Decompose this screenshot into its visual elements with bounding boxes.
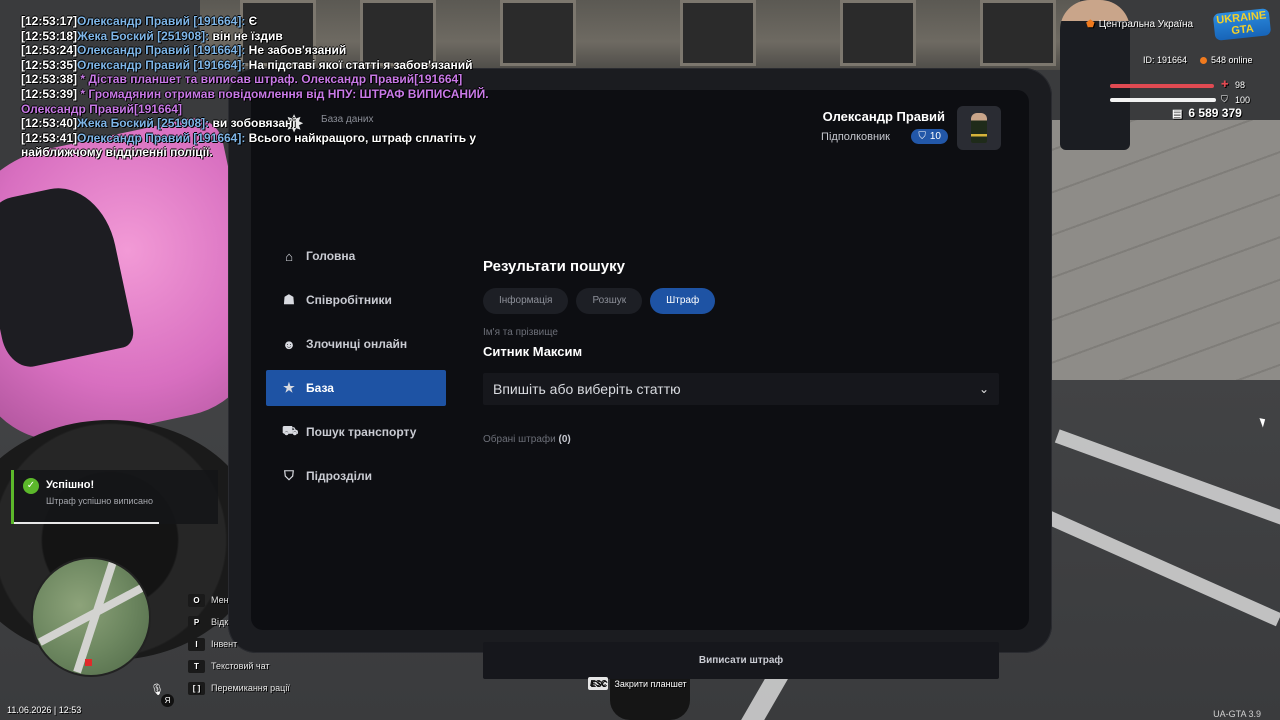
player-id: ID: 191664 — [1143, 55, 1188, 65]
keybind-hint: T Текстовий чат — [188, 655, 290, 677]
key-cap: T — [188, 659, 205, 673]
online-count: 548 online — [1200, 55, 1253, 65]
selected-fines-count: (0) — [558, 434, 571, 445]
nav-item-label: Злочинці онлайн — [306, 337, 408, 351]
nav-item-units[interactable]: ⛉ Підрозділи — [266, 458, 446, 494]
keybind-label: Мен — [211, 595, 229, 605]
issue-fine-button[interactable]: Виписати штраф — [483, 642, 999, 679]
person-name: Ситник Максим — [483, 344, 583, 359]
article-select[interactable]: Впишіть або виберіть статтю ⌄ — [483, 373, 999, 405]
esc-key: ESC — [588, 677, 609, 690]
tab-0[interactable]: Інформація — [483, 288, 569, 314]
waypoint-icon — [85, 659, 92, 666]
keybind-label: Перемикання рації — [211, 683, 290, 693]
check-icon: ✓ — [23, 478, 39, 494]
version-label: UA-GTA 3.9 — [1213, 709, 1261, 719]
notification-timer — [14, 522, 159, 524]
home-icon: ⌂ — [285, 248, 293, 264]
chat-line: [12:53:18]Жека Боский [251908]: він не ї… — [21, 28, 283, 43]
chat-line: [12:53:40]Жека Боский [251908]: ви зобов… — [21, 116, 296, 131]
page-title: Результати пошуку — [483, 258, 625, 275]
rank-badge: ⛉ 10 — [911, 129, 948, 144]
article-select-placeholder: Впишіть або виберіть статтю — [493, 381, 681, 397]
name-label: Ім'я та прізвище — [483, 327, 558, 338]
date-time: 11.06.2026 | 12:53 — [7, 705, 82, 715]
keybind-hint: I Інвент — [188, 633, 290, 655]
shield-icon: ⛉ — [284, 468, 294, 483]
nav-item-criminals[interactable]: ☻ Злочинці онлайн — [266, 326, 446, 362]
tab-1[interactable]: Розшук — [576, 288, 643, 314]
result-tabs: Інформація Розшук Штраф — [483, 288, 716, 314]
nav-item-label: Пошук транспорту — [306, 425, 417, 439]
keybind-label: Текстовий чат — [211, 661, 270, 671]
tablet-nav: ⌂ Головна ☗ Співробітники ☻ Злочинці онлайн ★ Б… — [266, 238, 446, 502]
nav-item-vehicle[interactable]: ⛟ Пошук транспорту — [266, 414, 446, 450]
keybind-hint: O Мен — [188, 589, 290, 611]
keybind-hint: [ ] Перемикання рації — [188, 677, 290, 699]
star-icon: ★ — [283, 380, 295, 395]
chat-line: [12:53:24]Олександр Правий [191664]: Не … — [21, 43, 347, 58]
chat-log: [12:53:17]Олександр Правий [191664]: Є [1… — [21, 14, 491, 160]
nav-item-label: Головна — [306, 249, 356, 263]
nav-item-employees[interactable]: ☗ Співробітники — [266, 282, 446, 318]
nav-item-base[interactable]: ★ База — [266, 370, 446, 406]
region-indicator: ⬟ Центральна Україна — [1086, 19, 1194, 30]
car-icon: ⛟ — [282, 423, 299, 438]
microphone-icon: 🎙 — [150, 684, 164, 696]
health-bar — [1110, 84, 1214, 88]
language-indicator: Я — [161, 694, 174, 707]
chat-line: [12:53:35]Олександр Правий [191664]: На … — [21, 57, 473, 72]
key-cap: I — [188, 637, 205, 651]
nav-item-label: База — [306, 381, 334, 395]
tab-2[interactable]: Штраф — [650, 288, 716, 314]
money-display: ▤ 6 589 379 — [1172, 106, 1242, 120]
nav-item-home[interactable]: ⌂ Головна — [266, 238, 446, 274]
nav-item-label: Підрозділи — [306, 469, 372, 483]
selected-fines: Обрані штрафи (0) — [483, 434, 571, 445]
armor-icon: ⛉ — [1221, 94, 1228, 104]
key-cap: [ ] — [188, 681, 205, 695]
health-icon: ✚ — [1221, 79, 1229, 89]
location-pin-icon: ⬟ — [1086, 19, 1095, 30]
key-cap: O — [188, 593, 205, 607]
nav-item-label: Співробітники — [306, 293, 392, 307]
armor-bar — [1110, 98, 1216, 102]
close-tablet-hint: ESC Закрити планшет — [588, 677, 687, 690]
keybind-label: Відк — [211, 617, 229, 627]
cash-icon: ▤ — [1172, 107, 1183, 120]
notification-text: Штраф успішно виписано — [46, 496, 153, 506]
shield-icon: ⛉ — [918, 131, 926, 142]
chevron-down-icon: ⌄ — [978, 382, 989, 396]
chat-line: [12:53:41]Олександр Правий [191664]: Всь… — [21, 130, 477, 160]
keybind-label: Інвент — [211, 639, 238, 649]
health-value: 98 — [1235, 80, 1246, 90]
notification-title: Успішно! — [46, 479, 95, 491]
minimap — [31, 557, 151, 677]
people-icon: ☗ — [283, 292, 295, 307]
armor-value: 100 — [1235, 95, 1251, 105]
chat-line: [12:53:17]Олександр Правий [191664]: Є — [21, 14, 258, 28]
chat-line: [12:53:39] * Громадянин отримав повідомл… — [21, 86, 489, 116]
online-dot-icon — [1200, 56, 1207, 64]
officer-rank: Підполковник — [821, 131, 890, 143]
keybind-hint: P Відк — [188, 611, 290, 633]
officer-name: Олександр Правий — [822, 109, 945, 124]
mask-icon: ☻ — [282, 336, 296, 352]
keybind-hints: O Мен P Відк I Інвент T Текстовий чат [ ] Перемик… — [188, 589, 290, 699]
chat-line: [12:53:38] * Дістав планшет та виписав ш… — [21, 72, 463, 87]
success-notification: ✓ Успішно! Штраф успішно виписано — [11, 470, 218, 524]
key-cap: P — [188, 615, 205, 629]
avatar[interactable] — [957, 106, 1001, 150]
